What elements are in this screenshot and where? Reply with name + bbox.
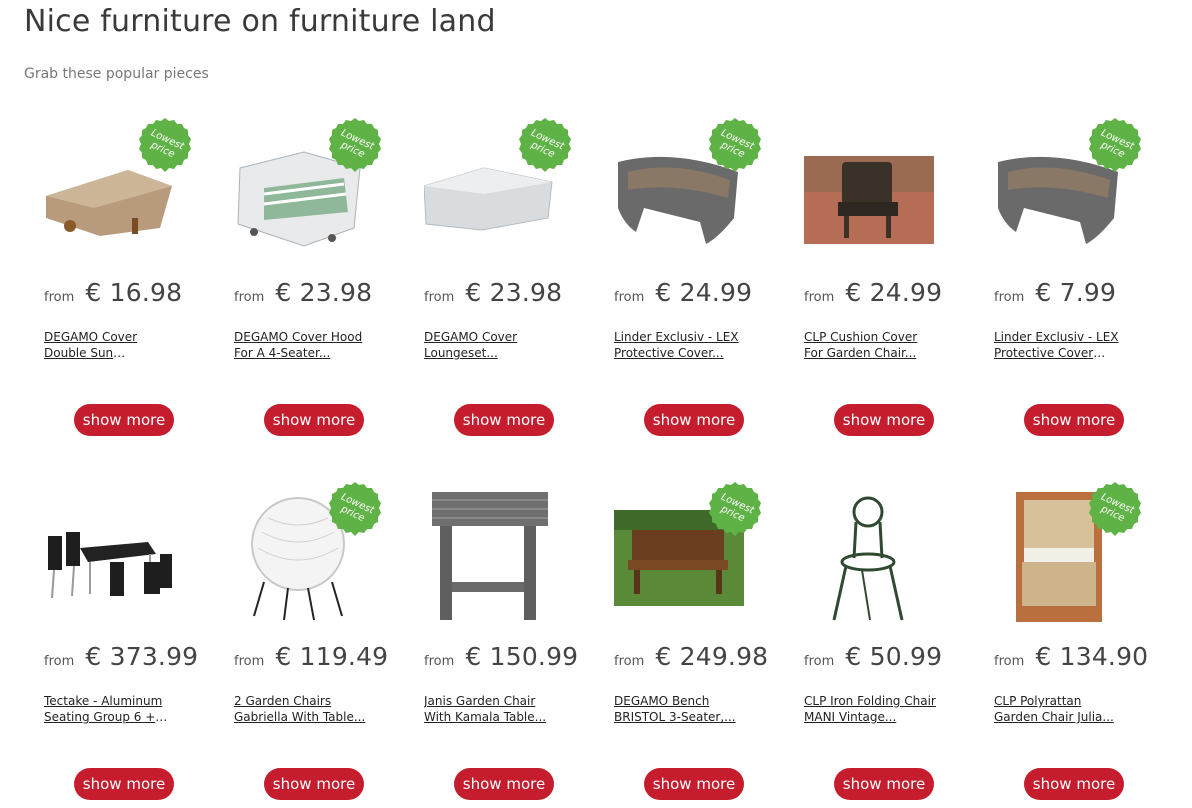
price-row: from € 16.98 (44, 278, 182, 307)
product-card: from € 50.99 CLP Iron Folding Chair MANI… (804, 482, 954, 808)
from-label: from (994, 290, 1025, 305)
lowest-price-badge: Lowest price (1089, 482, 1141, 536)
show-more-button[interactable]: show more (644, 768, 744, 800)
product-card: Lowest price from € 16.98 DEGAMO Cover D… (44, 118, 194, 448)
show-more-button[interactable]: show more (454, 768, 554, 800)
product-name-link[interactable]: CLP Iron Folding Chair MANI Vintage... (804, 693, 936, 725)
price-row: from € 23.98 (424, 278, 562, 307)
product-name-link[interactable]: CLP Cushion Cover For Garden Chair... (804, 329, 936, 361)
product-price: € 23.98 (465, 278, 563, 307)
product-card: Lowest price from € 119.49 2 Garden Chai… (234, 482, 388, 808)
price-row: from € 50.99 (804, 642, 942, 671)
product-price: € 119.49 (275, 642, 389, 671)
from-label: from (234, 654, 265, 669)
show-more-button[interactable]: show more (264, 768, 364, 800)
show-more-button[interactable]: show more (74, 404, 174, 436)
product-price: € 50.99 (845, 642, 943, 671)
product-name-link[interactable]: Tectake - Aluminum Seating Group 6 + 1..… (44, 693, 176, 725)
product-card: Lowest price from € 134.90 CLP Polyratta… (994, 482, 1148, 808)
product-name-link[interactable]: CLP Polyrattan Garden Chair Julia... (994, 693, 1126, 725)
product-card: Lowest price from € 23.98 DEGAMO Cover H… (234, 118, 384, 448)
product-price: € 16.98 (85, 278, 183, 307)
product-price: € 373.99 (85, 642, 199, 671)
product-card: Lowest price from € 23.98 DEGAMO Cover L… (424, 118, 574, 448)
show-more-button[interactable]: show more (74, 768, 174, 800)
show-more-button[interactable]: show more (644, 404, 744, 436)
product-card: from € 24.99 CLP Cushion Cover For Garde… (804, 118, 954, 448)
lowest-price-badge: Lowest price (329, 482, 381, 536)
lowest-price-badge: Lowest price (139, 118, 191, 172)
from-label: from (424, 290, 455, 305)
from-label: from (804, 654, 835, 669)
product-name-link[interactable]: Janis Garden Chair With Kamala Table... (424, 693, 556, 725)
price-row: from € 373.99 (44, 642, 198, 671)
product-card: Lowest price from € 24.99 Linder Exclusi… (614, 118, 764, 448)
product-price: € 150.99 (465, 642, 579, 671)
product-name-link[interactable]: 2 Garden Chairs Gabriella With Table... (234, 693, 366, 725)
product-card: Lowest price from € 249.98 DEGAMO Bench … (614, 482, 768, 808)
show-more-button[interactable]: show more (1024, 404, 1124, 436)
price-row: from € 23.98 (234, 278, 372, 307)
product-price: € 23.98 (275, 278, 373, 307)
price-row: from € 134.90 (994, 642, 1148, 671)
product-name-link[interactable]: DEGAMO Cover Hood For A 4-Seater... (234, 329, 366, 361)
product-card: Lowest price from € 7.99 Linder Exclusiv… (994, 118, 1144, 448)
product-price: € 24.99 (845, 278, 943, 307)
price-row: from € 249.98 (614, 642, 768, 671)
product-price: € 134.90 (1035, 642, 1149, 671)
lowest-price-badge: Lowest price (709, 482, 761, 536)
show-more-button[interactable]: show more (454, 404, 554, 436)
product-price: € 7.99 (1035, 278, 1117, 307)
product-name-link[interactable]: DEGAMO Cover Loungeset... (424, 329, 556, 361)
product-image[interactable] (804, 492, 934, 622)
lowest-price-badge: Lowest price (519, 118, 571, 172)
page-subtitle: Grab these popular pieces (24, 66, 209, 82)
show-more-button[interactable]: show more (1024, 768, 1124, 800)
rattan-chair-photo (804, 156, 934, 244)
product-name-link[interactable]: Linder Exclusiv - LEX Protective Cover..… (614, 329, 746, 361)
lowest-price-badge: Lowest price (1089, 118, 1141, 172)
from-label: from (994, 654, 1025, 669)
side-table-image (432, 492, 548, 620)
from-label: from (614, 654, 645, 669)
product-name-link[interactable]: DEGAMO Bench BRISTOL 3-Seater,... (614, 693, 746, 725)
seating-group-image (48, 532, 172, 599)
product-image[interactable] (804, 128, 934, 258)
lowest-price-badge: Lowest price (709, 118, 761, 172)
price-row: from € 150.99 (424, 642, 578, 671)
product-image[interactable] (44, 492, 174, 622)
show-more-button[interactable]: show more (834, 768, 934, 800)
price-row: from € 7.99 (994, 278, 1116, 307)
product-name-link[interactable]: DEGAMO Cover Double Sun Lounger... (44, 329, 176, 361)
product-card: from € 373.99 Tectake - Aluminum Seating… (44, 482, 198, 808)
show-more-button[interactable]: show more (834, 404, 934, 436)
price-row: from € 119.49 (234, 642, 388, 671)
from-label: from (424, 654, 455, 669)
price-row: from € 24.99 (614, 278, 752, 307)
product-price: € 249.98 (655, 642, 769, 671)
lowest-price-badge: Lowest price (329, 118, 381, 172)
from-label: from (44, 290, 75, 305)
from-label: from (804, 290, 835, 305)
price-row: from € 24.99 (804, 278, 942, 307)
from-label: from (614, 290, 645, 305)
from-label: from (44, 654, 75, 669)
product-image[interactable] (424, 492, 554, 622)
product-price: € 24.99 (655, 278, 753, 307)
iron-folding-chair-image (832, 496, 904, 621)
from-label: from (234, 290, 265, 305)
page-title: Nice furniture on furniture land (24, 4, 496, 39)
product-card: from € 150.99 Janis Garden Chair With Ka… (424, 482, 578, 808)
product-name-link[interactable]: Linder Exclusiv - LEX Protective Cover F… (994, 329, 1126, 361)
show-more-button[interactable]: show more (264, 404, 364, 436)
